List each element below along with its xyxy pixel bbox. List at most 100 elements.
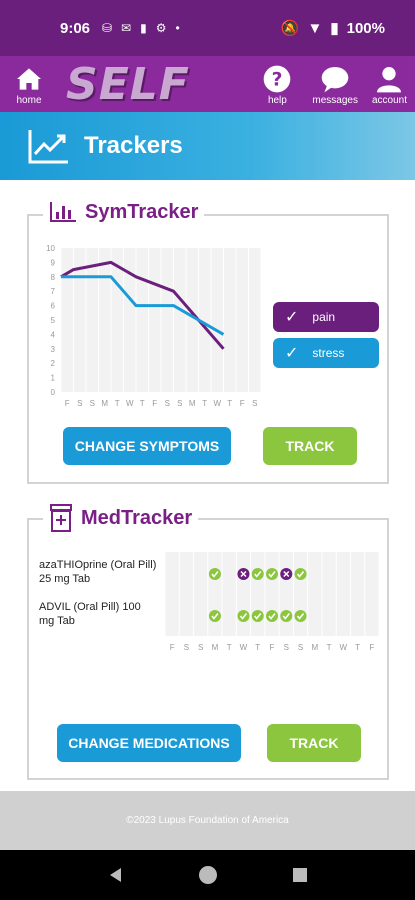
y-tick-label: 10	[46, 244, 55, 253]
y-tick-label: 2	[51, 359, 56, 368]
status-time: 9:06	[60, 19, 91, 37]
taken-check-icon	[208, 610, 221, 622]
day-label: T	[255, 643, 260, 652]
system-nav-bar	[0, 850, 415, 900]
messages-label: messages	[312, 94, 358, 106]
medtracker-header: MedTracker	[43, 504, 199, 532]
legend-pain[interactable]: ✓ pain	[273, 302, 379, 332]
recents-icon[interactable]	[291, 866, 309, 884]
help-button[interactable]: ? help	[260, 63, 294, 106]
check-icon: ✓	[285, 345, 299, 362]
y-tick-label: 8	[51, 273, 56, 282]
pill-bottle-icon	[50, 504, 72, 532]
taken-check-icon	[294, 568, 307, 580]
account-icon	[377, 66, 402, 92]
mute-icon: 🔕	[280, 20, 300, 37]
status-bar: 9:06 ⛁ ✉ ▮ ⚙ • 🔕 ▼ ▮ 100%	[0, 0, 415, 56]
symtracker-header: SymTracker	[43, 200, 205, 224]
x-tick-label: F	[152, 399, 157, 408]
day-label: W	[340, 643, 348, 652]
medtracker-card: MedTracker azaTHIOprine (Oral Pill) 25 m…	[27, 504, 389, 780]
day-label: S	[184, 643, 189, 652]
symtracker-card: SymTracker 0 1 2 3 4 5 6 7 8 9 10 F S S M T W T F S S M T W T F S …	[27, 200, 389, 484]
status-right: 🔕 ▼ ▮ 100%	[280, 19, 385, 38]
legend-pain-label: pain	[312, 310, 336, 324]
self-logo: SELF	[66, 58, 190, 110]
x-tick-label: T	[227, 399, 232, 408]
help-icon: ?	[264, 65, 291, 92]
day-label: M	[212, 643, 219, 652]
status-notification-icons: ⛁ ✉ ▮ ⚙ •	[102, 21, 180, 35]
x-tick-label: S	[77, 399, 82, 408]
y-tick-label: 6	[51, 302, 56, 311]
x-tick-label: T	[202, 399, 207, 408]
day-label: S	[284, 643, 289, 652]
x-tick-label: T	[140, 399, 145, 408]
med-name-2: ADVIL (Oral Pill) 100 mg Tab	[39, 601, 141, 627]
day-label: S	[298, 643, 303, 652]
day-label: F	[369, 643, 374, 652]
legend-stress-label: stress	[312, 346, 345, 360]
y-tick-label: 7	[51, 287, 56, 296]
change-symptoms-button[interactable]: CHANGE SYMPTOMS	[63, 427, 231, 465]
taken-check-icon	[237, 610, 250, 622]
home-label: home	[16, 94, 42, 106]
trending-chart-icon	[28, 130, 68, 164]
lock-icon: ▮	[140, 21, 147, 35]
day-label: T	[227, 643, 232, 652]
med-name-1: azaTHIOprine (Oral Pill) 25 mg Tab	[39, 559, 157, 585]
mail-icon: ✉	[121, 21, 132, 35]
day-label: T	[327, 643, 332, 652]
sym-track-button[interactable]: TRACK	[263, 427, 357, 465]
grid-area	[165, 552, 379, 636]
copyright-text: ©2023 Lupus Foundation of America	[126, 815, 289, 826]
x-tick-label: M	[101, 399, 108, 408]
help-label: help	[267, 94, 287, 106]
x-tick-label: W	[126, 399, 134, 408]
day-label: M	[311, 643, 318, 652]
bar-chart-icon	[50, 202, 76, 222]
day-label: F	[170, 643, 175, 652]
change-medications-button[interactable]: CHANGE MEDICATIONS	[57, 724, 241, 762]
settings-icon: ⚙	[155, 21, 167, 35]
taken-check-icon	[266, 610, 278, 622]
home-icon	[17, 67, 41, 90]
battery-percent: 100%	[346, 19, 385, 37]
symtracker-title: SymTracker	[85, 200, 199, 223]
home-button[interactable]: home	[12, 63, 46, 106]
svg-text:?: ?	[272, 69, 283, 90]
taken-check-icon	[208, 568, 221, 580]
taken-check-icon	[266, 568, 278, 580]
account-button[interactable]: account	[372, 63, 407, 106]
trackers-banner: Trackers	[0, 112, 415, 180]
day-label: S	[198, 643, 203, 652]
app-bar: home SELF ? help messages account	[0, 56, 415, 112]
day-label: F	[270, 643, 275, 652]
taken-check-icon	[294, 610, 307, 622]
y-tick-label: 0	[51, 388, 56, 397]
symptom-chart: 012345678910F S S M T W T F S S M T W T F S	[46, 244, 262, 408]
x-tick-label: S	[252, 399, 257, 408]
y-tick-label: 5	[51, 316, 56, 325]
home-circle-icon[interactable]	[197, 864, 219, 886]
legend-stress[interactable]: ✓ stress	[273, 338, 379, 368]
y-tick-label: 9	[51, 258, 56, 267]
taken-check-icon	[280, 610, 293, 622]
messages-button[interactable]: messages	[312, 63, 358, 106]
chat-icon	[321, 66, 349, 92]
taken-check-icon	[251, 568, 264, 580]
taken-check-icon	[251, 610, 264, 622]
dot-icon: •	[175, 21, 180, 35]
page-title: Trackers	[84, 132, 183, 159]
x-tick-label: W	[213, 399, 221, 408]
x-tick-label: S	[165, 399, 170, 408]
x-tick-label: T	[115, 399, 120, 408]
x-tick-label: F	[240, 399, 245, 408]
account-label: account	[371, 94, 407, 106]
back-icon[interactable]	[106, 865, 126, 885]
med-track-button[interactable]: TRACK	[267, 724, 361, 762]
database-icon: ⛁	[102, 21, 113, 35]
x-tick-label: F	[65, 399, 70, 408]
battery-icon: ▮	[330, 20, 339, 37]
x-tick-label: M	[189, 399, 196, 408]
